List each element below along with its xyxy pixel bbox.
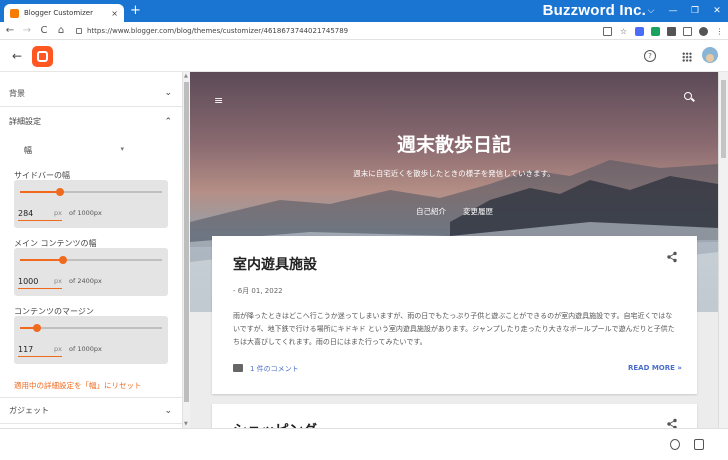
scroll-down-icon[interactable]: ▼	[184, 421, 188, 427]
comment-icon[interactable]	[233, 364, 243, 372]
slider-unit: px	[54, 345, 62, 353]
lock-icon[interactable]	[76, 27, 82, 34]
blog-title[interactable]: 週末散歩日記	[190, 130, 718, 157]
share-icon[interactable]	[603, 26, 612, 36]
slider-track[interactable]	[20, 188, 162, 196]
sync-icon[interactable]	[651, 26, 660, 36]
save-icon[interactable]	[694, 439, 704, 450]
section-background-label: 背景	[9, 88, 25, 98]
browser-tab-bar: Blogger Customizer × + Buzzword Inc. ⌵ —…	[0, 0, 728, 22]
blog-preview: ≡ 週末散歩日記 週末に自宅近くを散歩したときの様子を発信していきます。 自己紹…	[190, 72, 718, 428]
blogger-logo[interactable]	[32, 46, 53, 67]
app-header: ← ?	[0, 41, 728, 72]
minimize-button[interactable]: —	[662, 0, 684, 22]
revert-icon[interactable]	[670, 439, 680, 450]
post-card: 室内遊具施設 - 6月 01, 2022 雨が降ったときはどこへ行こうか迷ってし…	[212, 236, 697, 394]
scroll-up-icon[interactable]: ▲	[184, 73, 188, 79]
advanced-select[interactable]: 幅 ▾	[24, 145, 124, 156]
slider-track[interactable]	[20, 324, 162, 332]
close-window-button[interactable]: ✕	[706, 0, 728, 22]
share-icon[interactable]	[666, 251, 678, 263]
tab-search-icon[interactable]: ⌵	[640, 0, 662, 22]
apps-grid-icon[interactable]	[682, 52, 692, 62]
star-icon[interactable]: ☆	[619, 27, 628, 36]
search-icon[interactable]	[684, 92, 692, 100]
section-background[interactable]: 背景 ⌄	[0, 80, 182, 107]
blog-description: 週末に自宅近くを散歩したときの様子を発信していきます。	[353, 169, 555, 178]
share-icon[interactable]	[666, 418, 678, 428]
slider-range: of 1000px	[69, 345, 102, 353]
preview-scrollbar[interactable]	[718, 72, 728, 428]
slider-knob[interactable]	[58, 256, 67, 264]
reload-icon[interactable]: C	[37, 25, 51, 36]
section-gadget[interactable]: ガジェット ⌄	[0, 397, 182, 424]
section-advanced-label: 詳細設定	[9, 117, 41, 126]
scrollbar-thumb[interactable]	[721, 80, 726, 158]
tab-close-icon[interactable]: ×	[111, 9, 118, 18]
back-arrow-icon[interactable]: ←	[12, 49, 22, 63]
puzzle-icon[interactable]	[667, 26, 676, 36]
panel-scrollbar[interactable]: ▲ ▼	[182, 72, 190, 428]
section-gadget-label: ガジェット	[9, 406, 49, 415]
home-icon[interactable]: ⌂	[54, 25, 68, 36]
scrollbar-thumb[interactable]	[184, 82, 189, 402]
back-icon[interactable]: ←	[3, 25, 17, 36]
new-tab-button[interactable]: +	[130, 4, 141, 18]
section-advanced[interactable]: 詳細設定 ⌃	[0, 108, 182, 135]
nav-link-changelog[interactable]: 変更履歴	[463, 206, 493, 217]
browser-tab[interactable]: Blogger Customizer ×	[4, 4, 124, 22]
slider-unit: px	[54, 209, 62, 217]
chevron-up-icon: ⌃	[164, 116, 172, 127]
post-title[interactable]: 室内遊具施設	[233, 254, 317, 274]
forward-icon[interactable]: →	[20, 25, 34, 36]
tab-title: Blogger Customizer	[24, 9, 93, 17]
sidepanel-icon[interactable]	[683, 26, 692, 36]
extension-icon[interactable]	[635, 26, 644, 36]
slider-range: of 2400px	[69, 277, 102, 285]
slider-track[interactable]	[20, 256, 162, 264]
hamburger-menu-icon[interactable]: ≡	[214, 94, 223, 107]
address-bar[interactable]: https://www.blogger.com/blog/themes/cust…	[76, 27, 606, 35]
bottom-action-bar	[0, 428, 728, 460]
select-caret-icon: ▾	[120, 145, 124, 153]
avatar[interactable]	[702, 47, 718, 63]
chevron-down-icon: ⌄	[164, 88, 172, 98]
slider-knob[interactable]	[32, 324, 41, 332]
post-date: - 6月 01, 2022	[233, 287, 283, 295]
read-more-link[interactable]: READ MORE »	[628, 364, 682, 372]
help-icon[interactable]: ?	[644, 50, 656, 62]
select-value: 幅	[24, 146, 32, 155]
brand-overlay: Buzzword Inc.	[542, 2, 646, 19]
slider-knob[interactable]	[56, 188, 65, 196]
chevron-down-icon: ⌄	[164, 405, 172, 416]
slider-unit: px	[54, 277, 62, 285]
browser-toolbar: ← → C ⌂ https://www.blogger.com/blog/the…	[0, 22, 728, 40]
profile-icon[interactable]	[699, 26, 708, 36]
url-text: https://www.blogger.com/blog/themes/cust…	[87, 26, 349, 35]
comments-link[interactable]: 1 件のコメント	[250, 364, 299, 374]
customizer-panel: 背景 ⌄ 詳細設定 ⌃ 幅 ▾ サイドバーの幅 284 px of 1000px…	[0, 72, 182, 428]
slider-content-margin: 117 px of 1000px	[14, 316, 168, 364]
nav-link-about[interactable]: 自己紹介	[416, 206, 446, 217]
post-snippet: 雨が降ったときはどこへ行こうか迷ってしまいますが、雨の日でもたっぷり子供と遊ぶこ…	[233, 312, 675, 346]
post-title[interactable]: ショッピング	[233, 420, 317, 428]
slider-main-width: 1000 px of 2400px	[14, 248, 168, 296]
reset-link[interactable]: 適用中の詳細設定を「幅」にリセット	[14, 380, 142, 391]
post-card: ショッピング	[212, 404, 697, 428]
blogger-favicon-icon	[10, 8, 19, 18]
menu-icon[interactable]: ⋮	[715, 27, 724, 36]
slider-sidebar-width: 284 px of 1000px	[14, 180, 168, 228]
restore-button[interactable]: ❐	[684, 0, 706, 22]
slider-range: of 1000px	[69, 209, 102, 217]
